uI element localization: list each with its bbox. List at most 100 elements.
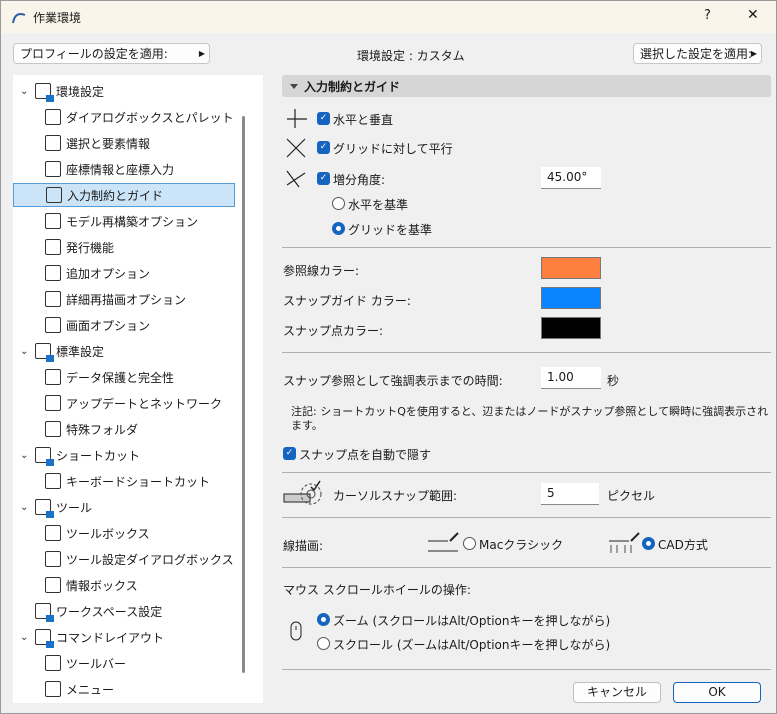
tree-item-label: 詳細再描画オプション [66,292,187,307]
cad-mode-radio[interactable] [642,537,655,550]
tree-item[interactable]: 座標情報と座標入力 [13,157,235,181]
status-text: 環境設定 : カスタム [357,49,465,63]
tree-item-label: モデル再構築オプション [66,214,199,229]
page-icon [46,187,62,203]
tree-item[interactable]: アップデートとネットワーク [13,391,235,415]
chevron-down-icon[interactable]: ⌄ [20,450,28,461]
tree-item-label: 環境設定 [56,84,105,99]
highlight-time-input[interactable]: 1.00 [541,367,601,389]
divider [282,567,771,568]
highlight-time-label: スナップ参照として強調表示までの時間: [283,374,503,388]
close-button[interactable]: ✕ [747,7,759,23]
apply-profile-label: プロフィールの設定を適用: [20,47,168,61]
category-icon [35,499,54,518]
tree-item-label: 追加オプション [66,266,151,281]
tree-item[interactable]: ツール設定ダイアログボックス [13,547,235,571]
chevron-down-icon[interactable]: ⌄ [20,632,28,643]
apply-profile-button[interactable]: プロフィールの設定を適用: ▶ [13,43,210,64]
category-icon [35,343,54,362]
cad-mode-label: CAD方式 [658,538,708,552]
arrow-right-icon: ▶ [750,49,757,58]
tree-item[interactable]: 詳細再描画オプション [13,287,235,311]
tree-item-label: ツール [56,500,93,515]
page-icon [45,239,61,255]
chevron-down-icon[interactable]: ⌄ [20,346,28,357]
page-icon [45,577,61,593]
tree-item[interactable]: ⌄ ショートカット [13,443,235,467]
tree-item[interactable]: ワークスペース設定 [13,599,235,623]
tree-item-label: 画面オプション [66,318,151,333]
apply-selected-button[interactable]: 選択した設定を適用: ▶ [633,43,762,64]
horiz-vert-label: 水平と垂直 [333,113,394,127]
scroll-radio[interactable] [317,637,330,650]
zoom-label: ズーム (スクロールはAlt/Optionキーを押しながら) [333,614,611,628]
page-icon [45,551,61,567]
tree-item[interactable]: ツールバー [13,651,235,675]
tree-item[interactable]: 追加オプション [13,261,235,285]
chevron-down-icon[interactable]: ⌄ [20,502,28,513]
category-icon [35,629,54,648]
tree-item[interactable]: キーボードショートカット [13,469,235,493]
horizontal-base-label: 水平を基準 [348,198,409,212]
cancel-button[interactable]: キャンセル [573,682,661,703]
scroll-label: スクロール (ズームはAlt/Optionキーを押しながら) [333,638,611,652]
tree-item[interactable]: メニュー [13,677,235,701]
cursor-snap-input[interactable]: 5 [541,483,599,505]
page-icon [45,395,61,411]
tree-scrollbar[interactable] [242,116,245,673]
tree-item-label: コマンドレイアウト [56,630,165,645]
tree-item-label: 標準設定 [56,344,105,359]
tree-item[interactable]: ⌄ 標準設定 [13,339,235,363]
tree-item[interactable]: モデル再構築オプション [13,209,235,233]
zoom-radio[interactable] [317,613,330,626]
angle-input[interactable]: 45.00° [541,167,601,189]
tree-item[interactable]: ⌄ ツール [13,495,235,519]
mac-classic-icon [428,532,459,552]
divider [282,247,771,248]
tree-item-label: 発行機能 [66,240,115,255]
ok-button[interactable]: OK [673,682,761,703]
grid-base-radio[interactable] [332,222,345,235]
chevron-down-icon[interactable]: ⌄ [20,86,28,97]
divider [282,352,771,353]
tree-item[interactable]: 入力制約とガイド [13,183,235,207]
window-title: 作業環境 [33,11,82,25]
tree-item[interactable]: 発行機能 [13,235,235,259]
ref-line-color-label: 参照線カラー: [283,264,360,278]
ref-line-color-swatch[interactable] [541,257,601,279]
horizontal-base-radio[interactable] [332,197,345,210]
grid-parallel-label: グリッドに対して平行 [333,142,453,156]
seconds-unit: 秒 [607,374,620,388]
category-icon [35,83,54,102]
tree-item-label: アップデートとネットワーク [66,396,223,411]
snap-point-color-swatch[interactable] [541,317,601,339]
tree-item-label: ツールボックス [66,526,150,541]
tree-item[interactable]: 画面オプション [13,313,235,337]
tree-item[interactable]: ダイアログボックスとパレット [13,105,235,129]
horiz-vert-checkbox[interactable]: ✓ [317,112,330,125]
increment-angle-checkbox[interactable]: ✓ [317,172,330,185]
mac-classic-radio[interactable] [463,537,476,550]
section-header[interactable]: 入力制約とガイド [282,75,771,97]
tree-item[interactable]: 選択と要素情報 [13,131,235,155]
tree-item[interactable]: 特殊フォルダ [13,417,235,441]
help-button[interactable]: ? [704,8,711,23]
auto-hide-checkbox[interactable]: ✓ [283,447,296,460]
tree-item[interactable]: ⌄ コマンドレイアウト [13,625,235,649]
tree-item-label: 選択と要素情報 [66,136,151,151]
tree-item[interactable]: 情報ボックス [13,573,235,597]
tree-item[interactable]: ツールボックス [13,521,235,545]
page-icon [45,369,61,385]
page-icon [45,655,61,671]
tree-item[interactable]: データ保護と完全性 [13,365,235,389]
divider [282,517,771,518]
snap-guide-color-swatch[interactable] [541,287,601,309]
horizontal-vertical-icon [287,109,307,128]
page-icon [45,213,61,229]
grid-parallel-checkbox[interactable]: ✓ [317,141,330,154]
increment-angle-icon [286,170,306,188]
page-icon [45,135,61,151]
tree-item[interactable]: ⌄ 環境設定 [13,79,235,103]
page-icon [45,525,61,541]
tree-item-label: キーボードショートカット [66,474,211,489]
